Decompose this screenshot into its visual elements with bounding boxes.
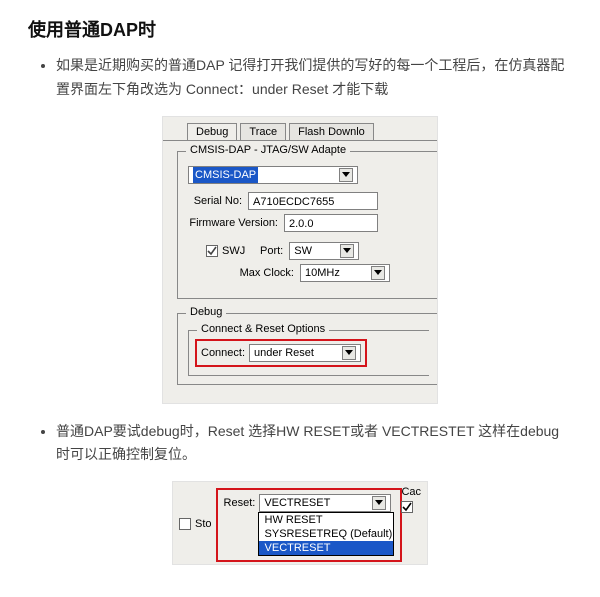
chevron-down-icon xyxy=(371,266,385,280)
tab-flash[interactable]: Flash Downlo xyxy=(289,123,374,140)
screenshot-reset-dropdown: Cac Sto Reset: VECTRESET HW RESET SYS xyxy=(172,481,428,565)
sto-checkbox[interactable] xyxy=(179,518,191,530)
reset-value: VECTRESET xyxy=(264,495,330,511)
reset-label: Reset: xyxy=(224,497,260,509)
sto-label: Sto xyxy=(195,518,212,530)
page-title: 使用普通DAP时 xyxy=(28,16,572,42)
clock-value: 10MHz xyxy=(305,265,340,281)
connect-label: Connect: xyxy=(201,347,249,359)
fw-label: Firmware Version: xyxy=(188,217,284,229)
reset-option[interactable]: HW RESET xyxy=(259,513,393,527)
swj-label: SWJ xyxy=(222,245,245,257)
adapter-select[interactable]: CMSIS-DAP xyxy=(188,166,358,184)
connect-select[interactable]: under Reset xyxy=(249,344,361,362)
reset-option-selected[interactable]: VECTRESET xyxy=(259,541,393,555)
cac-label: Cac xyxy=(401,486,421,498)
fw-field: 2.0.0 xyxy=(284,214,378,232)
group-adapter: CMSIS-DAP - JTAG/SW Adapte CMSIS-DAP Ser… xyxy=(177,151,437,299)
tab-trace[interactable]: Trace xyxy=(240,123,286,140)
port-select[interactable]: SW xyxy=(289,242,359,260)
bullet-list-2: 普通DAP要试debug时，Reset 选择HW RESET或者 VECTRES… xyxy=(28,420,572,468)
screenshot-debugger-config: DebugTraceFlash Downlo CMSIS-DAP - JTAG/… xyxy=(162,116,438,404)
reset-select[interactable]: VECTRESET xyxy=(259,494,391,512)
group-debug-caption: Debug xyxy=(186,306,226,318)
chevron-down-icon xyxy=(340,244,354,258)
tab-bar: DebugTraceFlash Downlo xyxy=(163,117,437,140)
cac-checkbox[interactable] xyxy=(401,501,413,513)
reset-option[interactable]: SYSRESETREQ (Default) xyxy=(259,527,393,541)
chevron-down-icon xyxy=(339,168,353,182)
chevron-down-icon xyxy=(342,346,356,360)
bullet-item: 普通DAP要试debug时，Reset 选择HW RESET或者 VECTRES… xyxy=(56,420,572,468)
group-connect-reset: Connect & Reset Options Connect: under R… xyxy=(188,330,429,376)
clock-label: Max Clock: xyxy=(188,267,300,279)
highlight-box-connect: Connect: under Reset xyxy=(195,339,367,367)
swj-checkbox[interactable] xyxy=(206,245,218,257)
group-adapter-caption: CMSIS-DAP - JTAG/SW Adapte xyxy=(186,144,350,156)
highlight-box-reset: Reset: VECTRESET HW RESET SYSRESETREQ (D… xyxy=(216,488,402,562)
chevron-down-icon xyxy=(372,496,386,510)
bullet-list-1: 如果是近期购买的普通DAP 记得打开我们提供的写好的每一个工程后，在仿真器配置界… xyxy=(28,54,572,102)
connect-value: under Reset xyxy=(254,345,314,361)
port-value: SW xyxy=(294,243,312,259)
serial-label: Serial No: xyxy=(188,195,248,207)
port-label: Port: xyxy=(259,245,289,257)
adapter-select-value: CMSIS-DAP xyxy=(193,167,258,183)
bullet-item: 如果是近期购买的普通DAP 记得打开我们提供的写好的每一个工程后，在仿真器配置界… xyxy=(56,54,572,102)
serial-field[interactable]: A710ECDC7655 xyxy=(248,192,378,210)
clock-select[interactable]: 10MHz xyxy=(300,264,390,282)
group-debug: Debug Connect & Reset Options Connect: u… xyxy=(177,313,437,385)
tab-debug[interactable]: Debug xyxy=(187,123,237,140)
group-connect-reset-caption: Connect & Reset Options xyxy=(197,323,329,335)
reset-options-list: HW RESET SYSRESETREQ (Default) VECTRESET xyxy=(258,512,394,556)
